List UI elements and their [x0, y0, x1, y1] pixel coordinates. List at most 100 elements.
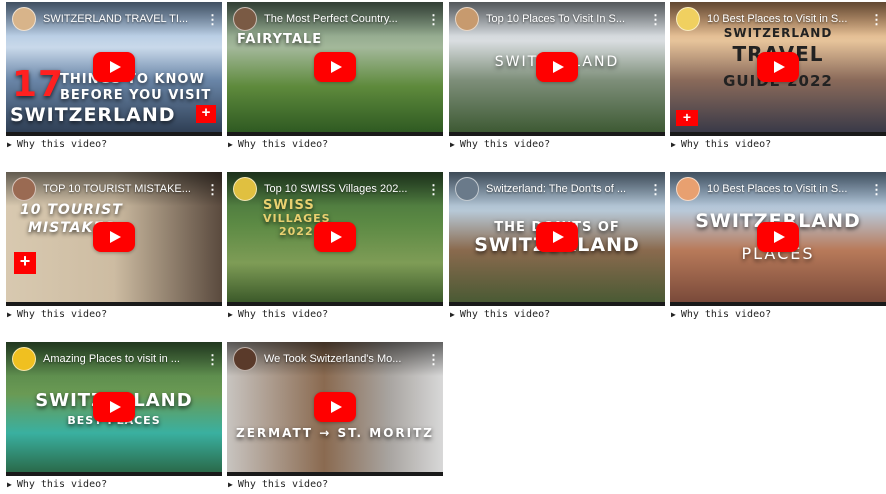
- more-options-icon[interactable]: ⋮: [206, 353, 219, 366]
- swiss-flag-icon: +: [196, 105, 216, 123]
- video-card[interactable]: TOP 10 TOURIST MISTAKE... ⋮ 10 TOURIST M…: [6, 172, 222, 320]
- play-button-icon[interactable]: [757, 222, 799, 252]
- disclosure-triangle-icon: ▶: [671, 310, 676, 319]
- channel-avatar[interactable]: [676, 177, 700, 201]
- thumbnail-overlay-text: FAIRYTALE: [237, 32, 323, 47]
- more-options-icon[interactable]: ⋮: [649, 13, 662, 26]
- video-title[interactable]: The Most Perfect Country...: [264, 13, 427, 25]
- thumbnail-overlay-text: SWISS: [263, 198, 315, 213]
- more-options-icon[interactable]: ⋮: [427, 353, 440, 366]
- video-card[interactable]: 10 Best Places to Visit in S... ⋮ SWITZE…: [670, 172, 886, 320]
- video-title[interactable]: 10 Best Places to Visit in S...: [707, 13, 870, 25]
- channel-avatar[interactable]: [233, 177, 257, 201]
- why-this-video[interactable]: ▶ Why this video?: [227, 139, 443, 150]
- video-title-bar: Amazing Places to visit in ... ⋮: [6, 342, 222, 376]
- video-card[interactable]: Top 10 Places To Visit In S... ⋮ SWITZER…: [449, 2, 665, 150]
- disclosure-triangle-icon: ▶: [228, 140, 233, 149]
- video-title[interactable]: Amazing Places to visit in ...: [43, 353, 206, 365]
- play-button-icon[interactable]: [536, 222, 578, 252]
- video-title[interactable]: Switzerland: The Don'ts of ...: [486, 183, 649, 195]
- video-card[interactable]: 10 Best Places to Visit in S... ⋮ SWITZE…: [670, 2, 886, 150]
- thumbnail-overlay-text: 2022: [279, 225, 314, 238]
- video-thumbnail[interactable]: We Took Switzerland's Mo... ⋮ ZERMATT → …: [227, 342, 443, 476]
- why-this-video[interactable]: ▶ Why this video?: [449, 309, 665, 320]
- more-options-icon[interactable]: ⋮: [427, 183, 440, 196]
- video-thumbnail[interactable]: Switzerland: The Don'ts of ... ⋮ THE DON…: [449, 172, 665, 306]
- why-this-video[interactable]: ▶ Why this video?: [449, 139, 665, 150]
- swiss-flag-icon: +: [14, 252, 36, 274]
- channel-avatar[interactable]: [12, 7, 36, 31]
- video-title-bar: 10 Best Places to Visit in S... ⋮: [670, 172, 886, 206]
- disclosure-triangle-icon: ▶: [7, 480, 12, 489]
- video-title[interactable]: SWITZERLAND TRAVEL TI...: [43, 13, 206, 25]
- video-title[interactable]: Top 10 SWISS Villages 202...: [264, 183, 427, 195]
- thumbnail-overlay-text: SWITZERLAND: [723, 26, 833, 40]
- disclosure-triangle-icon: ▶: [450, 140, 455, 149]
- disclosure-triangle-icon: ▶: [228, 480, 233, 489]
- why-this-video[interactable]: ▶ Why this video?: [6, 479, 222, 490]
- video-title-bar: SWITZERLAND TRAVEL TI... ⋮: [6, 2, 222, 36]
- video-title-bar: TOP 10 TOURIST MISTAKE... ⋮: [6, 172, 222, 206]
- thumbnail-overlay-text: SWITZERLAND: [10, 104, 176, 126]
- more-options-icon[interactable]: ⋮: [870, 183, 883, 196]
- more-options-icon[interactable]: ⋮: [206, 13, 219, 26]
- channel-avatar[interactable]: [455, 7, 479, 31]
- video-card[interactable]: Top 10 SWISS Villages 202... ⋮ SWISS VIL…: [227, 172, 443, 320]
- thumbnail-overlay-text: THINGS TO KNOW: [60, 72, 205, 87]
- video-card[interactable]: Switzerland: The Don'ts of ... ⋮ THE DON…: [449, 172, 665, 320]
- play-button-icon[interactable]: [314, 392, 356, 422]
- disclosure-triangle-icon: ▶: [7, 140, 12, 149]
- channel-avatar[interactable]: [233, 7, 257, 31]
- channel-avatar[interactable]: [233, 347, 257, 371]
- video-thumbnail[interactable]: The Most Perfect Country... ⋮ FAIRYTALE: [227, 2, 443, 136]
- video-title[interactable]: TOP 10 TOURIST MISTAKE...: [43, 183, 206, 195]
- swiss-flag-icon: +: [676, 110, 698, 126]
- thumbnail-overlay-text: BEFORE YOU VISIT: [60, 88, 212, 103]
- why-this-video[interactable]: ▶ Why this video?: [670, 309, 886, 320]
- play-button-icon[interactable]: [314, 222, 356, 252]
- video-title[interactable]: Top 10 Places To Visit In S...: [486, 13, 649, 25]
- disclosure-triangle-icon: ▶: [228, 310, 233, 319]
- why-this-video[interactable]: ▶ Why this video?: [227, 309, 443, 320]
- play-button-icon[interactable]: [93, 222, 135, 252]
- thumbnail-overlay-text: ZERMATT → ST. MORITZ: [236, 426, 434, 440]
- more-options-icon[interactable]: ⋮: [206, 183, 219, 196]
- channel-avatar[interactable]: [12, 347, 36, 371]
- video-title[interactable]: We Took Switzerland's Mo...: [264, 353, 427, 365]
- why-this-video[interactable]: ▶ Why this video?: [6, 139, 222, 150]
- video-card[interactable]: Amazing Places to visit in ... ⋮ SWITZER…: [6, 342, 222, 490]
- video-card[interactable]: We Took Switzerland's Mo... ⋮ ZERMATT → …: [227, 342, 443, 490]
- more-options-icon[interactable]: ⋮: [870, 13, 883, 26]
- thumbnail-overlay-number: 17: [12, 64, 65, 105]
- more-options-icon[interactable]: ⋮: [427, 13, 440, 26]
- video-title-bar: The Most Perfect Country... ⋮: [227, 2, 443, 36]
- channel-avatar[interactable]: [455, 177, 479, 201]
- video-thumbnail[interactable]: Top 10 Places To Visit In S... ⋮ SWITZER…: [449, 2, 665, 136]
- video-thumbnail[interactable]: Top 10 SWISS Villages 202... ⋮ SWISS VIL…: [227, 172, 443, 306]
- why-this-video[interactable]: ▶ Why this video?: [6, 309, 222, 320]
- video-thumbnail[interactable]: SWITZERLAND TRAVEL TI... ⋮ 17 THINGS TO …: [6, 2, 222, 136]
- video-thumbnail[interactable]: TOP 10 TOURIST MISTAKE... ⋮ 10 TOURIST M…: [6, 172, 222, 306]
- video-title-bar: Switzerland: The Don'ts of ... ⋮: [449, 172, 665, 206]
- video-thumbnail[interactable]: 10 Best Places to Visit in S... ⋮ SWITZE…: [670, 2, 886, 136]
- video-card[interactable]: The Most Perfect Country... ⋮ FAIRYTALE …: [227, 2, 443, 150]
- play-button-icon[interactable]: [314, 52, 356, 82]
- video-title[interactable]: 10 Best Places to Visit in S...: [707, 183, 870, 195]
- play-button-icon[interactable]: [757, 52, 799, 82]
- video-title-bar: We Took Switzerland's Mo... ⋮: [227, 342, 443, 376]
- video-title-bar: Top 10 SWISS Villages 202... ⋮: [227, 172, 443, 206]
- why-this-video[interactable]: ▶ Why this video?: [227, 479, 443, 490]
- disclosure-triangle-icon: ▶: [671, 140, 676, 149]
- thumbnail-overlay-text: 10 TOURIST: [20, 202, 123, 218]
- more-options-icon[interactable]: ⋮: [649, 183, 662, 196]
- video-card[interactable]: SWITZERLAND TRAVEL TI... ⋮ 17 THINGS TO …: [6, 2, 222, 150]
- play-button-icon[interactable]: [93, 52, 135, 82]
- channel-avatar[interactable]: [12, 177, 36, 201]
- video-thumbnail[interactable]: Amazing Places to visit in ... ⋮ SWITZER…: [6, 342, 222, 476]
- video-thumbnail[interactable]: 10 Best Places to Visit in S... ⋮ SWITZE…: [670, 172, 886, 306]
- disclosure-triangle-icon: ▶: [450, 310, 455, 319]
- why-this-video[interactable]: ▶ Why this video?: [670, 139, 886, 150]
- play-button-icon[interactable]: [93, 392, 135, 422]
- video-title-bar: Top 10 Places To Visit In S... ⋮: [449, 2, 665, 36]
- play-button-icon[interactable]: [536, 52, 578, 82]
